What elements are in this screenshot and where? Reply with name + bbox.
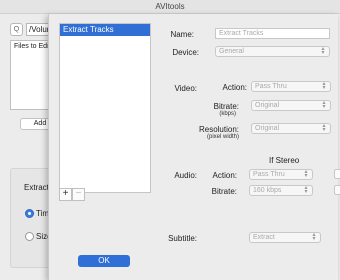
video-resolution-value: Original bbox=[255, 125, 280, 132]
subtitle-value: Extract bbox=[253, 234, 275, 241]
subtitle-label: Subtitle: bbox=[168, 234, 197, 243]
audio-bitrate-popup[interactable]: 160 kbps ▴ ▾ bbox=[249, 185, 313, 196]
audio-label: Audio: bbox=[174, 171, 197, 180]
device-label: Device: bbox=[172, 48, 199, 57]
track-item-extract-tracks[interactable]: Extract Tracks bbox=[60, 24, 150, 36]
radio-size[interactable] bbox=[25, 232, 34, 241]
window-title: AVItools bbox=[155, 2, 185, 11]
chevron-up-down-icon: ▴ ▾ bbox=[312, 232, 316, 242]
device-value: General bbox=[219, 48, 244, 55]
stereo-option-control[interactable] bbox=[334, 169, 340, 179]
video-action-value: Pass Thru bbox=[255, 83, 287, 90]
video-resolution-label: Resolution: bbox=[198, 125, 239, 134]
window-titlebar: AVItools bbox=[0, 0, 340, 14]
remove-track-button[interactable]: − bbox=[72, 188, 85, 201]
video-label: Video: bbox=[174, 84, 197, 93]
chevron-up-down-icon: ▴ ▾ bbox=[321, 46, 325, 56]
audio-action-label: Action: bbox=[212, 171, 237, 180]
audio-action-value: Pass Thru bbox=[253, 171, 285, 178]
radio-time[interactable] bbox=[25, 209, 34, 218]
extract-tracks-sheet: Extract Tracks + − Name: Extract Tracks … bbox=[48, 14, 338, 280]
chevron-up-down-icon: ▴ ▾ bbox=[304, 185, 308, 195]
chevron-up-down-icon: ▴ ▾ bbox=[304, 169, 308, 179]
audio-bitrate-label: Bitrate: bbox=[211, 187, 237, 196]
files-list-label: Files to Edit bbox=[14, 43, 51, 50]
video-resolution-unit: (pixel width) bbox=[206, 134, 239, 140]
search-icon[interactable]: Q bbox=[10, 23, 23, 36]
video-bitrate-unit: (kbps) bbox=[219, 111, 236, 117]
device-popup[interactable]: General ▴ ▾ bbox=[215, 46, 330, 57]
add-track-button[interactable]: + bbox=[59, 188, 72, 201]
tracks-list[interactable]: Extract Tracks bbox=[59, 23, 151, 193]
video-action-popup[interactable]: Pass Thru ▴ ▾ bbox=[251, 81, 331, 92]
video-action-label: Action: bbox=[222, 83, 247, 92]
video-bitrate-label: Bitrate: bbox=[213, 102, 239, 111]
audio-action-popup[interactable]: Pass Thru ▴ ▾ bbox=[249, 169, 313, 180]
video-bitrate-popup[interactable]: Original ▴ ▾ bbox=[251, 100, 331, 111]
chevron-up-down-icon: ▴ ▾ bbox=[322, 123, 326, 133]
audio-bitrate-value: 160 kbps bbox=[253, 187, 282, 194]
stereo-option-control[interactable] bbox=[334, 185, 340, 195]
video-resolution-popup[interactable]: Original ▴ ▾ bbox=[251, 123, 331, 134]
name-field[interactable]: Extract Tracks bbox=[215, 28, 330, 39]
name-label: Name: bbox=[170, 30, 194, 39]
extract-label: Extract bbox=[24, 183, 49, 192]
video-bitrate-value: Original bbox=[255, 102, 280, 109]
if-stereo-heading: If Stereo bbox=[269, 156, 300, 165]
chevron-up-down-icon: ▴ ▾ bbox=[322, 100, 326, 110]
ok-button[interactable]: OK bbox=[78, 255, 130, 267]
subtitle-popup[interactable]: Extract ▴ ▾ bbox=[249, 232, 321, 243]
chevron-up-down-icon: ▴ ▾ bbox=[322, 81, 326, 91]
track-buttons: + − bbox=[59, 188, 85, 201]
